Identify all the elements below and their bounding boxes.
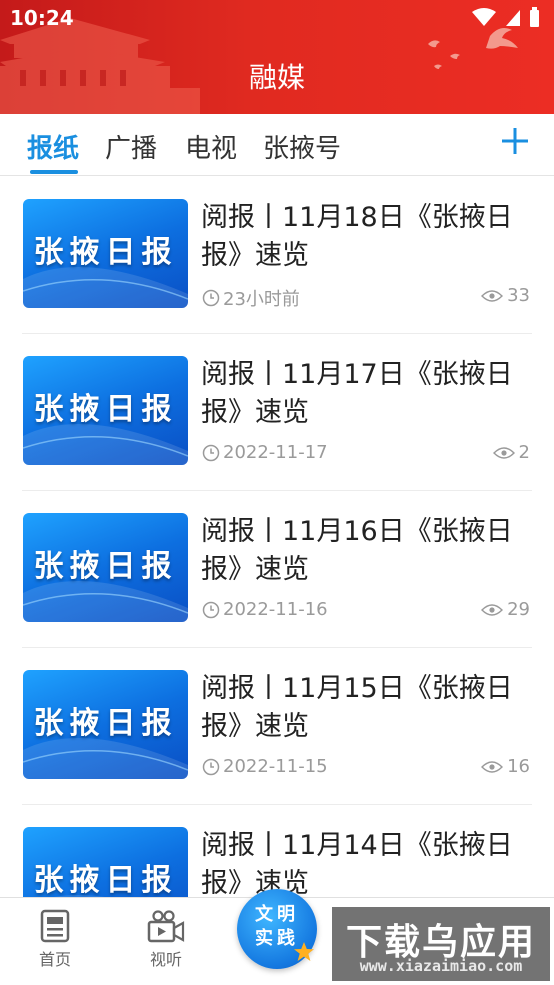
view-count: 33 [481, 285, 530, 306]
battery-icon [530, 10, 539, 27]
article-title[interactable]: 阅报丨11月18日《张掖日报》速览 [201, 199, 531, 275]
eye-icon [492, 446, 515, 459]
article-thumbnail: 张掖日报 [23, 513, 188, 622]
view-count-text: 16 [507, 756, 530, 777]
add-channel-icon[interactable] [498, 124, 532, 158]
eye-icon [481, 603, 504, 616]
list-item[interactable]: 张掖日报 阅报丨11月17日《张掖日报》速览 2022-11-17 2 [0, 334, 554, 491]
channel-tabs: 报纸 广播 电视 张掖号 [0, 114, 554, 176]
watermark: 下载乌应用 www.xiazaimiao.com [332, 907, 550, 981]
tab-tv[interactable]: 电视 [185, 128, 237, 165]
article-list: 张掖日报 阅报丨11月18日《张掖日报》速览 23小时前 33 张掖日报 阅报丨… [0, 177, 554, 897]
article-thumbnail: 张掖日报 [23, 670, 188, 779]
signal-icon [506, 10, 520, 26]
star-icon [294, 942, 314, 961]
status-time: 10:24 [10, 6, 74, 30]
nav-video-label: 视听 [149, 950, 182, 969]
eye-icon [481, 289, 504, 302]
page-title: 融媒 [248, 61, 305, 94]
list-item[interactable]: 张掖日报 阅报丨11月18日《张掖日报》速览 23小时前 33 [0, 177, 554, 334]
view-count: 16 [481, 756, 530, 777]
status-icons [472, 7, 539, 27]
nav-home-label: 首页 [38, 950, 71, 969]
list-item[interactable]: 张掖日报 阅报丨11月14日《张掖日报》速览 [0, 805, 554, 897]
view-count-text: 33 [507, 285, 530, 306]
watermark-url: www.xiazaimiao.com [359, 957, 523, 975]
publish-time: 2022-11-16 [202, 599, 328, 620]
article-title[interactable]: 阅报丨11月14日《张掖日报》速览 [201, 827, 531, 897]
view-count-text: 29 [507, 599, 530, 620]
publish-time: 23小时前 [202, 285, 300, 311]
tab-newspaper[interactable]: 报纸 [27, 128, 79, 165]
publish-time-text: 2022-11-15 [223, 756, 328, 777]
article-title[interactable]: 阅报丨11月15日《张掖日报》速览 [201, 670, 531, 746]
list-item[interactable]: 张掖日报 阅报丨11月16日《张掖日报》速览 2022-11-16 29 [0, 491, 554, 648]
view-count-text: 2 [518, 442, 530, 463]
clock-icon [202, 601, 220, 618]
publish-time: 2022-11-17 [202, 442, 328, 463]
clock-icon [202, 289, 220, 307]
wifi-icon [472, 8, 496, 26]
article-thumbnail: 张掖日报 [23, 356, 188, 465]
publish-time-text: 23小时前 [223, 289, 300, 310]
publish-time: 2022-11-15 [202, 756, 328, 777]
view-count: 2 [492, 442, 530, 463]
civilization-practice-button[interactable]: 文明 实践 [237, 889, 317, 969]
active-tab-indicator [30, 170, 78, 174]
tab-radio[interactable]: 广播 [105, 128, 157, 165]
article-thumbnail: 张掖日报 [23, 199, 188, 308]
nav-video[interactable]: 视听 [131, 908, 201, 970]
video-camera-icon [147, 910, 185, 943]
app-header: 10:24 融媒 [0, 0, 554, 114]
clock-icon [202, 444, 220, 461]
thumbnail-text: 张掖日报 [33, 863, 178, 897]
newspaper-icon [40, 909, 70, 943]
thumbnail-text: 张掖日报 [33, 706, 178, 741]
thumbnail-text: 张掖日报 [33, 392, 178, 427]
thumbnail-text: 张掖日报 [33, 549, 178, 584]
view-count: 29 [481, 599, 530, 620]
article-thumbnail: 张掖日报 [23, 827, 188, 897]
publish-time-text: 2022-11-17 [223, 442, 328, 463]
tab-zhangye-account[interactable]: 张掖号 [263, 128, 341, 165]
list-item[interactable]: 张掖日报 阅报丨11月15日《张掖日报》速览 2022-11-15 16 [0, 648, 554, 805]
thumbnail-text: 张掖日报 [33, 235, 178, 270]
publish-time-text: 2022-11-16 [223, 599, 328, 620]
article-title[interactable]: 阅报丨11月16日《张掖日报》速览 [201, 513, 531, 589]
eye-icon [481, 760, 504, 773]
nav-home[interactable]: 首页 [20, 908, 90, 970]
article-title[interactable]: 阅报丨11月17日《张掖日报》速览 [201, 356, 531, 432]
clock-icon [202, 758, 220, 775]
